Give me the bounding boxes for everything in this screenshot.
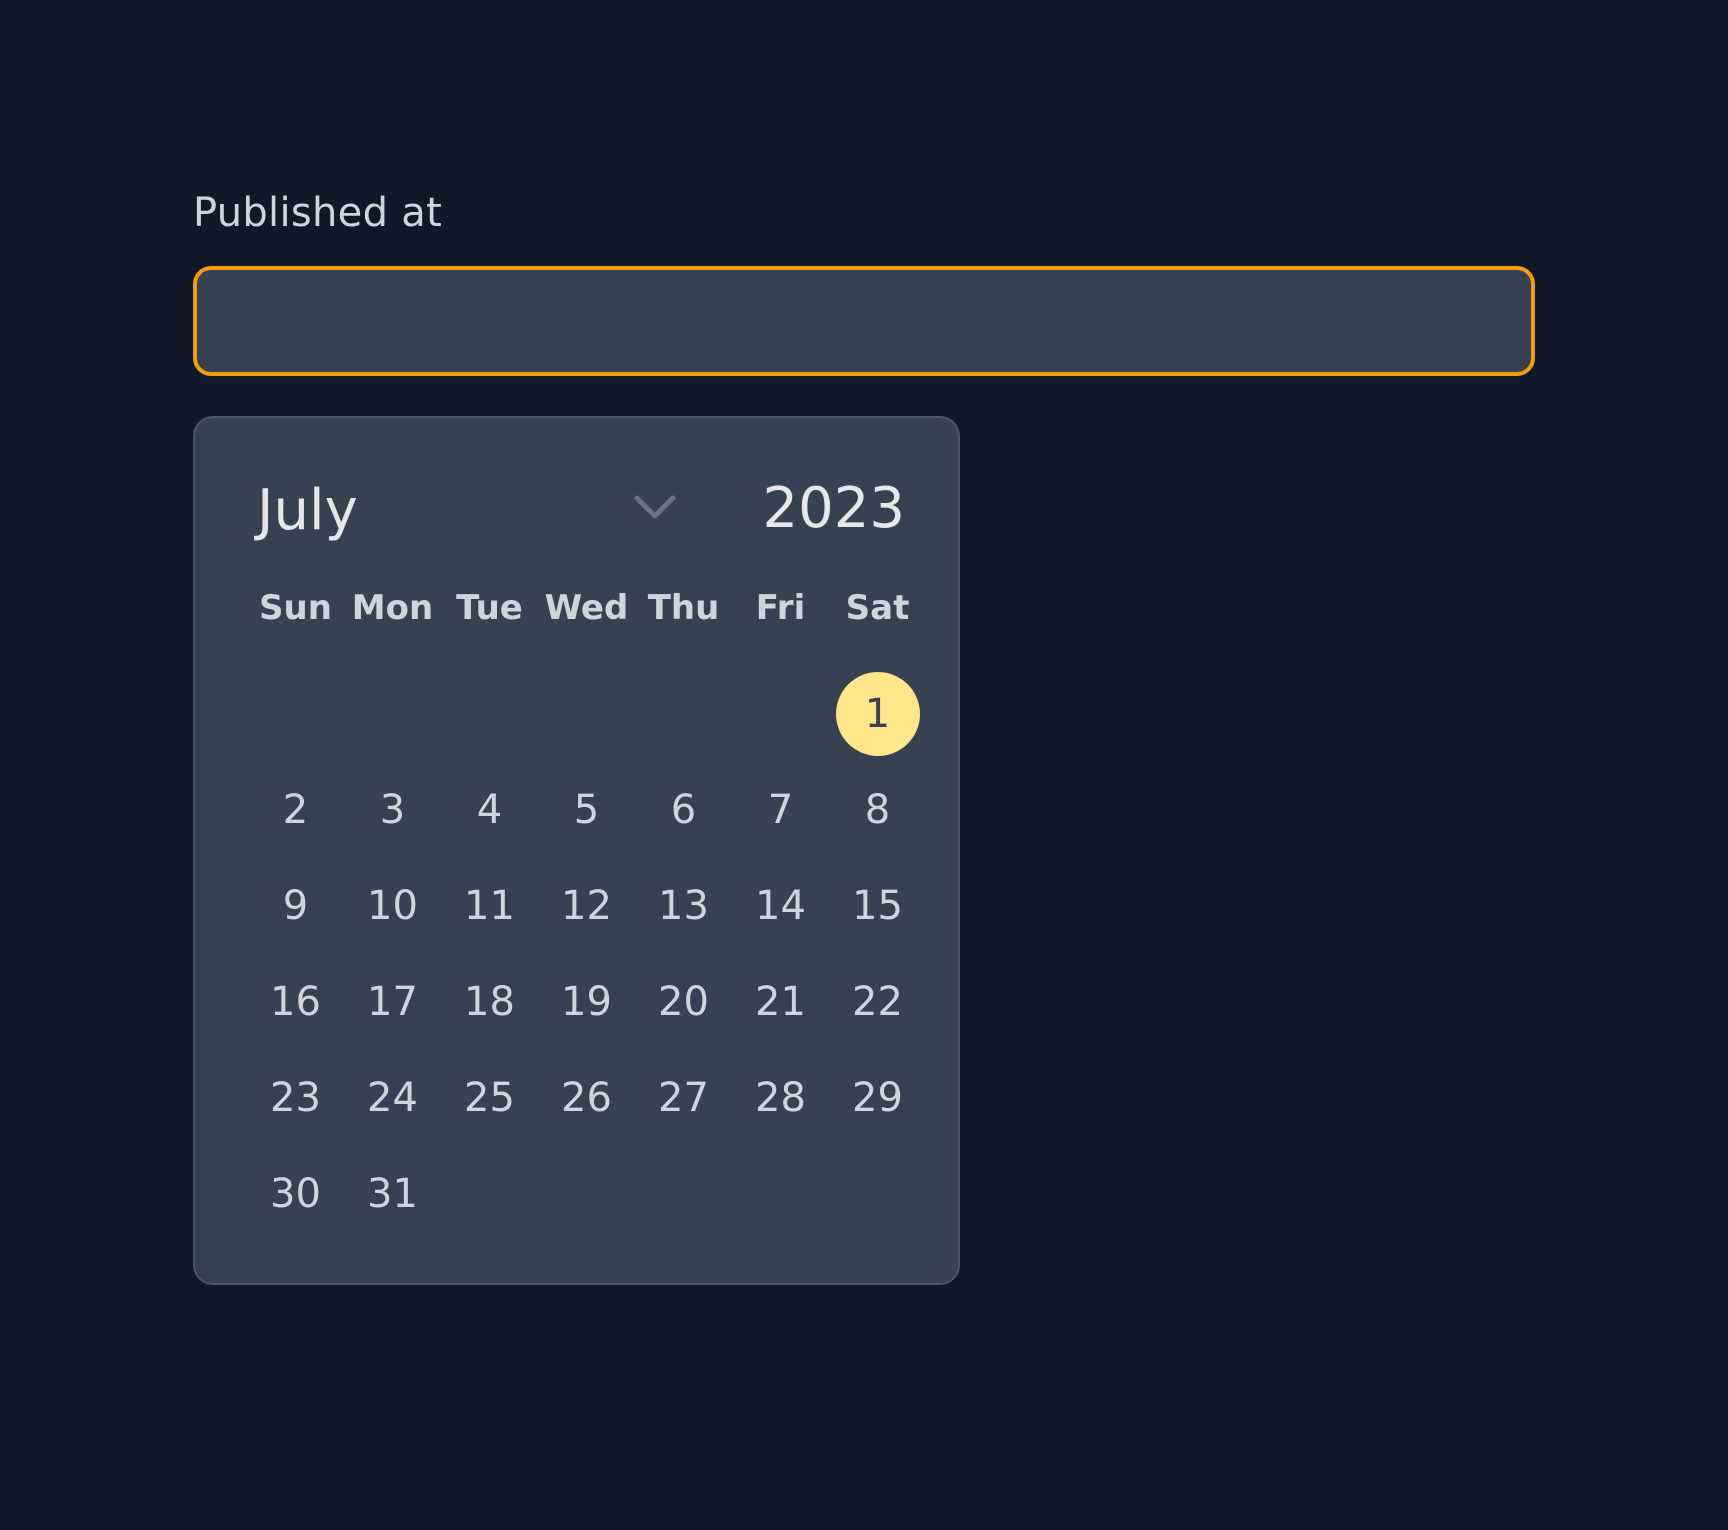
- day-number: 4: [476, 787, 503, 833]
- weekday-thu: Thu: [647, 588, 720, 628]
- day-number: 3: [379, 787, 406, 833]
- day-21[interactable]: 21: [732, 954, 829, 1050]
- day-number: 22: [852, 979, 903, 1025]
- day-3[interactable]: 3: [344, 762, 441, 858]
- day-number: 9: [282, 883, 309, 929]
- weekday-tue: Tue: [456, 588, 523, 628]
- day-14[interactable]: 14: [732, 858, 829, 954]
- day-19[interactable]: 19: [538, 954, 635, 1050]
- day-22[interactable]: 22: [829, 954, 926, 1050]
- day-6[interactable]: 6: [635, 762, 732, 858]
- day-11[interactable]: 11: [441, 858, 538, 954]
- day-number: 25: [464, 1075, 515, 1121]
- day-12[interactable]: 12: [538, 858, 635, 954]
- day-number: 28: [755, 1075, 806, 1121]
- day-number: 11: [464, 883, 515, 929]
- day-24[interactable]: 24: [344, 1050, 441, 1146]
- day-number: 15: [852, 883, 903, 929]
- day-number: 8: [864, 787, 891, 833]
- empty-day-cell: [247, 666, 344, 762]
- published-at-label: Published at: [193, 190, 443, 236]
- day-number: 17: [367, 979, 418, 1025]
- day-30[interactable]: 30: [247, 1146, 344, 1242]
- weekday-sat: Sat: [845, 588, 910, 628]
- day-number: 30: [270, 1171, 321, 1217]
- day-number: 18: [464, 979, 515, 1025]
- empty-day-cell: [732, 666, 829, 762]
- day-number: 26: [561, 1075, 612, 1121]
- year-input[interactable]: [725, 468, 905, 548]
- day-10[interactable]: 10: [344, 858, 441, 954]
- day-number: 31: [367, 1171, 418, 1217]
- month-label: July: [257, 478, 358, 543]
- day-18[interactable]: 18: [441, 954, 538, 1050]
- date-picker-panel: July SunMonTueWedThuFriSat 1234567891011…: [193, 416, 960, 1285]
- date-picker-header: July: [195, 468, 958, 548]
- day-number: 21: [755, 979, 806, 1025]
- day-number: 13: [658, 883, 709, 929]
- day-number: 5: [573, 787, 600, 833]
- day-number: 19: [561, 979, 612, 1025]
- day-number: 16: [270, 979, 321, 1025]
- day-15[interactable]: 15: [829, 858, 926, 954]
- day-8[interactable]: 8: [829, 762, 926, 858]
- day-number: 1: [835, 672, 920, 756]
- day-1[interactable]: 1: [829, 666, 926, 762]
- day-16[interactable]: 16: [247, 954, 344, 1050]
- weekday-sun: Sun: [259, 588, 332, 628]
- day-number: 23: [270, 1075, 321, 1121]
- day-number: 24: [367, 1075, 418, 1121]
- day-26[interactable]: 26: [538, 1050, 635, 1146]
- day-13[interactable]: 13: [635, 858, 732, 954]
- weekday-fri: Fri: [755, 588, 806, 628]
- day-7[interactable]: 7: [732, 762, 829, 858]
- day-20[interactable]: 20: [635, 954, 732, 1050]
- empty-day-cell: [635, 666, 732, 762]
- empty-day-cell: [441, 666, 538, 762]
- day-27[interactable]: 27: [635, 1050, 732, 1146]
- days-grid: 1 2 3 4 5 6 7 8 9 10 11 12 13 14 15 16 17 18 19 20 21 22 23 24 2…: [247, 666, 926, 1242]
- day-31[interactable]: 31: [344, 1146, 441, 1242]
- day-number: 14: [755, 883, 806, 929]
- chevron-down-icon: [634, 495, 676, 519]
- day-number: 6: [670, 787, 697, 833]
- day-number: 27: [658, 1075, 709, 1121]
- day-number: 20: [658, 979, 709, 1025]
- published-at-input[interactable]: [193, 266, 1535, 376]
- empty-day-cell: [538, 666, 635, 762]
- weekday-header-row: Sun Mon Tue Wed Thu Fri Sat: [247, 588, 926, 628]
- day-25[interactable]: 25: [441, 1050, 538, 1146]
- day-23[interactable]: 23: [247, 1050, 344, 1146]
- day-29[interactable]: 29: [829, 1050, 926, 1146]
- day-number: 7: [767, 787, 794, 833]
- weekday-mon: Mon: [351, 588, 434, 628]
- day-4[interactable]: 4: [441, 762, 538, 858]
- day-9[interactable]: 9: [247, 858, 344, 954]
- weekday-wed: Wed: [544, 588, 629, 628]
- day-number: 2: [282, 787, 309, 833]
- day-28[interactable]: 28: [732, 1050, 829, 1146]
- day-number: 29: [852, 1075, 903, 1121]
- day-number: 10: [367, 883, 418, 929]
- day-5[interactable]: 5: [538, 762, 635, 858]
- day-number: 12: [561, 883, 612, 929]
- empty-day-cell: [344, 666, 441, 762]
- day-2[interactable]: 2: [247, 762, 344, 858]
- day-17[interactable]: 17: [344, 954, 441, 1050]
